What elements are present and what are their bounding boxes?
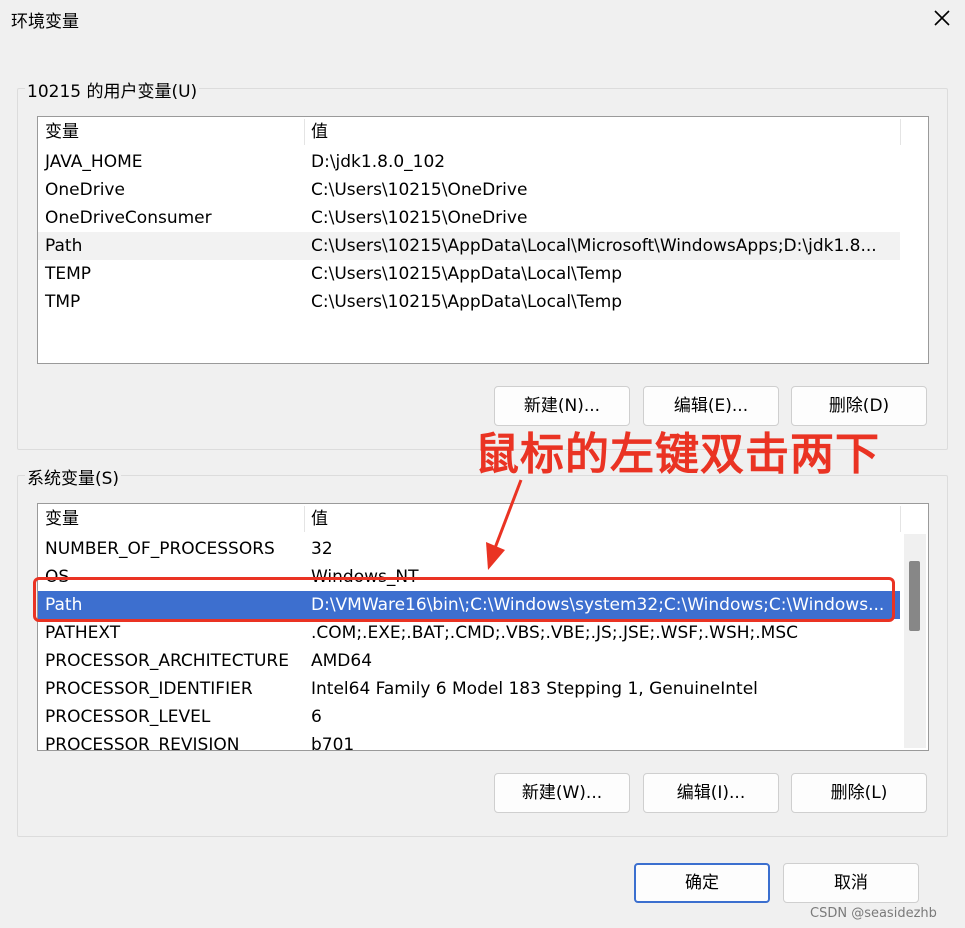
system-var-row[interactable]: PROCESSOR_REVISION b701	[38, 731, 900, 751]
var-name: TEMP	[45, 264, 92, 284]
user-var-row[interactable]: OneDriveConsumer C:\Users\10215\OneDrive	[38, 204, 900, 232]
system-variables-label: 系统变量(S)	[25, 464, 122, 489]
cancel-button[interactable]: 取消	[783, 863, 919, 903]
system-new-button[interactable]: 新建(W)...	[494, 773, 630, 813]
system-var-row[interactable]: PROCESSOR_IDENTIFIER Intel64 Family 6 Mo…	[38, 675, 900, 703]
scrollbar-thumb[interactable]	[909, 561, 920, 631]
annotation-highlight-box	[33, 577, 895, 622]
var-value: C:\Users\10215\AppData\Local\Temp	[311, 292, 623, 312]
var-value: b701	[311, 735, 355, 751]
system-var-row[interactable]: PROCESSOR_ARCHITECTURE AMD64	[38, 647, 900, 675]
user-var-row[interactable]: TMP C:\Users\10215\AppData\Local\Temp	[38, 288, 900, 316]
var-name: OneDrive	[45, 180, 125, 200]
annotation-text: 鼠标的左键双击两下	[475, 429, 880, 480]
scrollbar[interactable]	[904, 534, 926, 748]
user-var-row[interactable]: OneDrive C:\Users\10215\OneDrive	[38, 176, 900, 204]
var-value: C:\Users\10215\AppData\Local\Temp	[311, 264, 623, 284]
annotation-arrow-icon	[486, 479, 523, 570]
var-value: C:\Users\10215\OneDrive	[311, 208, 528, 228]
var-value: 6	[311, 707, 322, 727]
column-header-value[interactable]: 值	[311, 117, 328, 147]
var-name: NUMBER_OF_PROCESSORS	[45, 539, 275, 559]
column-header-name[interactable]: 变量	[45, 504, 79, 534]
var-name: PATHEXT	[45, 623, 121, 643]
close-button[interactable]	[924, 2, 960, 34]
var-name: PROCESSOR_REVISION	[45, 735, 240, 751]
system-var-row[interactable]: NUMBER_OF_PROCESSORS 32	[38, 535, 900, 563]
system-delete-button[interactable]: 删除(L)	[791, 773, 927, 813]
user-var-row[interactable]: Path C:\Users\10215\AppData\Local\Micros…	[38, 232, 900, 260]
user-variables-label: 10215 的用户变量(U)	[25, 77, 200, 102]
user-var-row[interactable]: JAVA_HOME D:\jdk1.8.0_102	[38, 148, 900, 176]
var-value: .COM;.EXE;.BAT;.CMD;.VBS;.VBE;.JS;.JSE;.…	[311, 623, 799, 643]
var-value: C:\Users\10215\AppData\Local\Microsoft\W…	[311, 236, 877, 256]
var-name: Path	[45, 236, 83, 256]
var-name: PROCESSOR_ARCHITECTURE	[45, 651, 289, 671]
column-separator[interactable]	[900, 506, 901, 532]
close-icon	[934, 10, 950, 26]
watermark: CSDN @seasidezhb	[810, 906, 937, 921]
title-bar: 环境变量	[0, 0, 965, 38]
var-name: OneDriveConsumer	[45, 208, 212, 228]
column-header-name[interactable]: 变量	[45, 117, 79, 147]
var-name: PROCESSOR_IDENTIFIER	[45, 679, 253, 699]
var-value: AMD64	[311, 651, 373, 671]
var-value: Intel64 Family 6 Model 183 Stepping 1, G…	[311, 679, 758, 699]
ok-button[interactable]: 确定	[634, 863, 770, 903]
window-title: 环境变量	[11, 12, 79, 32]
var-name: PROCESSOR_LEVEL	[45, 707, 211, 727]
var-value: D:\jdk1.8.0_102	[311, 152, 446, 172]
var-value: 32	[311, 539, 333, 559]
var-name: TMP	[45, 292, 81, 312]
var-value: C:\Users\10215\OneDrive	[311, 180, 528, 200]
system-var-row[interactable]: PATHEXT .COM;.EXE;.BAT;.CMD;.VBS;.VBE;.J…	[38, 619, 900, 647]
column-separator[interactable]	[304, 119, 305, 145]
system-var-row[interactable]: PROCESSOR_LEVEL 6	[38, 703, 900, 731]
var-name: JAVA_HOME	[45, 152, 143, 172]
column-header-value[interactable]: 值	[311, 504, 328, 534]
column-separator[interactable]	[900, 119, 901, 145]
system-edit-button[interactable]: 编辑(I)...	[643, 773, 779, 813]
column-separator[interactable]	[304, 506, 305, 532]
user-variables-list[interactable]: 变量 值 JAVA_HOME D:\jdk1.8.0_102 OneDrive …	[37, 116, 929, 364]
user-var-row[interactable]: TEMP C:\Users\10215\AppData\Local\Temp	[38, 260, 900, 288]
